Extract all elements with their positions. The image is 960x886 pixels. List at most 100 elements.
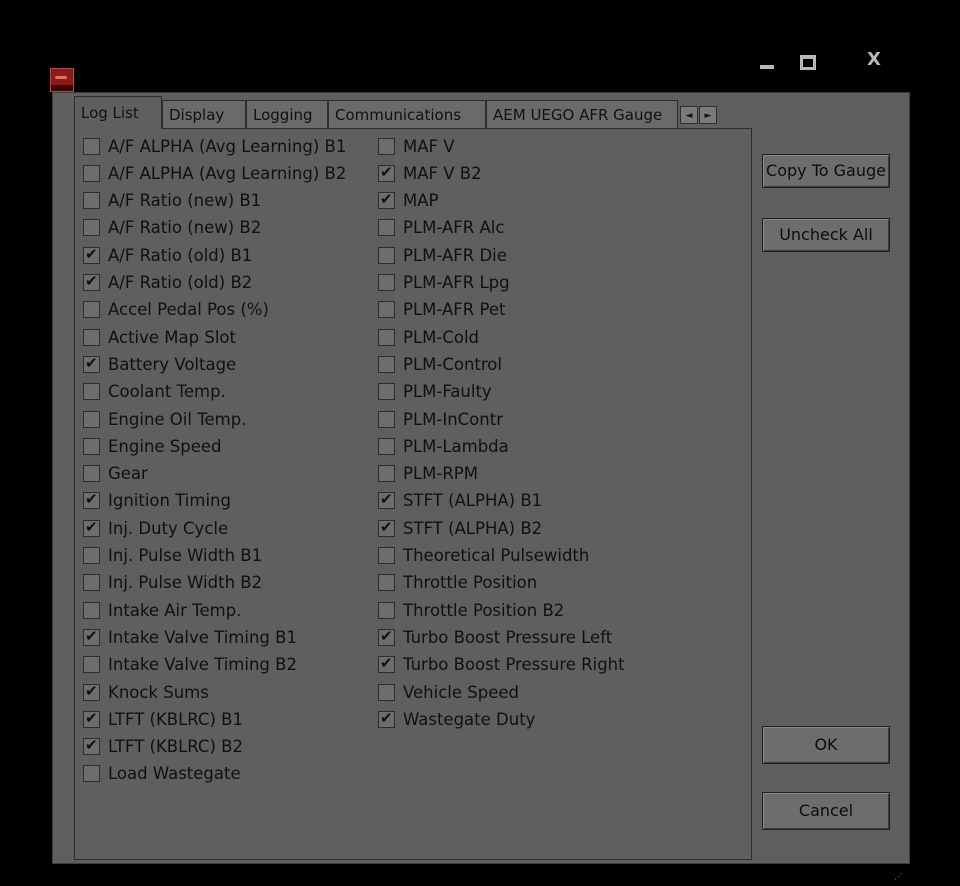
checkbox[interactable] xyxy=(83,383,100,401)
tab-communications[interactable]: Communications xyxy=(328,100,486,128)
checkbox[interactable] xyxy=(83,301,100,319)
checkbox[interactable] xyxy=(83,574,100,592)
log-list-item[interactable]: PLM-AFR Lpg xyxy=(378,270,510,296)
log-list-item[interactable]: Gear xyxy=(83,461,148,487)
log-list-item[interactable]: PLM-AFR Alc xyxy=(378,215,504,241)
arrow-left-icon[interactable]: ◄ xyxy=(680,106,698,124)
checkbox[interactable] xyxy=(83,164,100,182)
log-list-item[interactable]: PLM-RPM xyxy=(378,461,478,487)
checkbox[interactable] xyxy=(83,219,100,237)
log-list-item[interactable]: Turbo Boost Pressure Right xyxy=(378,652,625,678)
tab-logging[interactable]: Logging xyxy=(246,100,328,128)
log-list-item[interactable]: MAF V B2 xyxy=(378,160,482,186)
log-list-item[interactable]: Engine Speed xyxy=(83,433,222,459)
log-list-item[interactable]: Intake Valve Timing B2 xyxy=(83,652,297,678)
log-list-item[interactable]: Load Wastegate xyxy=(83,761,241,787)
ok-button[interactable]: OK xyxy=(762,726,890,764)
checkbox[interactable] xyxy=(83,736,100,756)
log-list-item[interactable]: A/F Ratio (new) B1 xyxy=(83,188,261,214)
log-list-item[interactable]: Intake Air Temp. xyxy=(83,597,241,623)
close-icon[interactable]: X xyxy=(856,46,892,74)
log-list-item[interactable]: Vehicle Speed xyxy=(378,679,519,705)
log-list-item[interactable]: MAP xyxy=(378,188,438,214)
log-list-item[interactable]: A/F Ratio (old) B2 xyxy=(83,270,252,296)
checkbox[interactable] xyxy=(83,192,100,210)
checkbox[interactable] xyxy=(378,246,395,264)
checkbox[interactable] xyxy=(378,518,395,537)
log-list-item[interactable]: PLM-AFR Die xyxy=(378,242,507,268)
log-list-item[interactable]: Throttle Position xyxy=(378,570,537,596)
checkbox[interactable] xyxy=(378,627,395,646)
checkbox[interactable] xyxy=(378,410,395,428)
checkbox[interactable] xyxy=(378,383,395,401)
checkbox[interactable] xyxy=(378,274,395,291)
checkbox[interactable] xyxy=(378,465,395,483)
checkbox[interactable] xyxy=(378,219,395,237)
checkbox[interactable] xyxy=(378,163,395,182)
checkbox[interactable] xyxy=(378,301,395,319)
checkbox[interactable] xyxy=(378,490,395,510)
maximize-icon[interactable] xyxy=(790,46,826,74)
checkbox[interactable] xyxy=(83,328,100,346)
log-list-item[interactable]: Battery Voltage xyxy=(83,351,236,377)
checkbox[interactable] xyxy=(83,465,100,483)
arrow-right-icon[interactable]: ► xyxy=(699,106,717,124)
log-list-item[interactable]: Intake Valve Timing B1 xyxy=(83,624,297,650)
log-list-item[interactable]: Engine Oil Temp. xyxy=(83,406,246,432)
log-list-item[interactable]: PLM-AFR Pet xyxy=(378,297,505,323)
log-list-item[interactable]: Theoretical Pulsewidth xyxy=(378,543,589,569)
checkbox[interactable] xyxy=(83,272,100,291)
log-list-item[interactable]: A/F ALPHA (Avg Learning) B1 xyxy=(83,133,346,159)
checkbox[interactable] xyxy=(83,137,100,155)
checkbox[interactable] xyxy=(83,547,100,564)
tab-log-list[interactable]: Log List xyxy=(74,96,162,129)
log-list-item[interactable]: STFT (ALPHA) B2 xyxy=(378,515,542,541)
checkbox[interactable] xyxy=(83,245,100,264)
log-list-item[interactable]: STFT (ALPHA) B1 xyxy=(378,488,542,514)
tab-display[interactable]: Display xyxy=(162,100,246,128)
log-list-item[interactable]: Inj. Pulse Width B1 xyxy=(83,543,262,569)
app-icon[interactable] xyxy=(50,68,74,92)
copy-to-gauge-button[interactable]: Copy To Gauge xyxy=(762,154,890,188)
checkbox[interactable] xyxy=(83,601,100,619)
log-list-item[interactable]: A/F Ratio (new) B2 xyxy=(83,215,261,241)
log-list-item[interactable]: A/F ALPHA (Avg Learning) B2 xyxy=(83,160,346,186)
log-list-item[interactable]: Throttle Position B2 xyxy=(378,597,564,623)
checkbox[interactable] xyxy=(83,410,100,428)
log-list-item[interactable]: Coolant Temp. xyxy=(83,379,226,405)
checkbox[interactable] xyxy=(83,709,100,728)
titlebar[interactable]: X xyxy=(28,40,916,92)
checkbox[interactable] xyxy=(378,601,395,619)
checkbox[interactable] xyxy=(378,437,395,455)
checkbox[interactable] xyxy=(83,656,100,674)
checkbox[interactable] xyxy=(83,490,100,510)
cancel-button[interactable]: Cancel xyxy=(762,792,890,830)
checkbox[interactable] xyxy=(83,354,100,373)
checkbox[interactable] xyxy=(378,574,395,592)
checkbox[interactable] xyxy=(83,437,100,455)
log-list-item[interactable]: Inj. Pulse Width B2 xyxy=(83,570,262,596)
log-list-item[interactable]: Active Map Slot xyxy=(83,324,236,350)
checkbox[interactable] xyxy=(83,765,100,783)
log-list-item[interactable]: Ignition Timing xyxy=(83,488,231,514)
log-list-item[interactable]: Wastegate Duty xyxy=(378,706,535,732)
checkbox[interactable] xyxy=(378,547,395,564)
checkbox[interactable] xyxy=(378,190,395,210)
resize-grip-icon[interactable]: ⋰ xyxy=(894,872,902,881)
checkbox[interactable] xyxy=(378,709,395,728)
log-list-item[interactable]: PLM-InContr xyxy=(378,406,503,432)
checkbox[interactable] xyxy=(378,654,395,674)
checkbox[interactable] xyxy=(378,683,395,701)
log-list-item[interactable]: Knock Sums xyxy=(83,679,209,705)
log-list-item[interactable]: A/F Ratio (old) B1 xyxy=(83,242,252,268)
checkbox[interactable] xyxy=(378,355,395,373)
checkbox[interactable] xyxy=(378,137,395,155)
log-list-item[interactable]: PLM-Faulty xyxy=(378,379,492,405)
log-list-item[interactable]: PLM-Cold xyxy=(378,324,479,350)
log-list-item[interactable]: PLM-Lambda xyxy=(378,433,509,459)
minimize-icon[interactable] xyxy=(750,46,786,74)
checkbox[interactable] xyxy=(83,682,100,701)
log-list-item[interactable]: MAF V xyxy=(378,133,455,159)
checkbox[interactable] xyxy=(378,328,395,346)
log-list-item[interactable]: LTFT (KBLRC) B2 xyxy=(83,734,243,760)
